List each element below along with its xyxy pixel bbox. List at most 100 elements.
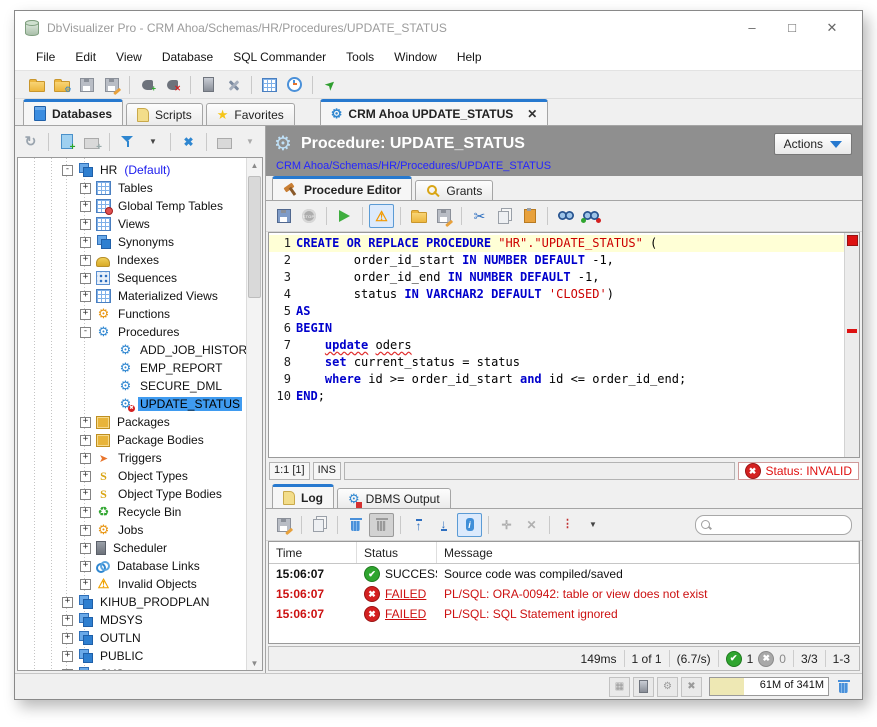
row-height-icon[interactable]: ⋮ (556, 514, 579, 536)
tree-item-object-type-bodies[interactable]: +SObject Type Bodies (18, 485, 246, 503)
scroll-top-icon[interactable]: ↑ (407, 514, 430, 536)
tree-expander[interactable]: + (80, 417, 91, 428)
tree-expander[interactable]: + (80, 237, 91, 248)
tree-item-indexes[interactable]: +Indexes (18, 251, 246, 269)
tree-item-functions[interactable]: +⚙Functions (18, 305, 246, 323)
find-replace-icon[interactable] (579, 205, 602, 227)
menu-window[interactable]: Window (385, 47, 446, 67)
menu-tools[interactable]: Tools (337, 47, 383, 67)
log-search[interactable] (695, 515, 852, 535)
info-icon[interactable]: i (457, 513, 482, 537)
save-as-file-icon[interactable] (432, 205, 455, 227)
collapse-all-icon[interactable]: ✖ (177, 131, 200, 153)
tree-item-sequences[interactable]: +Sequences (18, 269, 246, 287)
code-line-10[interactable]: 10END; (269, 388, 844, 405)
code-line-6[interactable]: 6BEGIN (269, 320, 844, 337)
menu-database[interactable]: Database (153, 47, 222, 67)
locate-icon[interactable] (213, 131, 236, 153)
warning-icon[interactable]: ⚠ (369, 204, 394, 228)
tree-item-tables[interactable]: +Tables (18, 179, 246, 197)
menu-help[interactable]: Help (448, 47, 491, 67)
tree-expander[interactable]: + (80, 291, 91, 302)
code-line-4[interactable]: 4 status IN VARCHAR2 DEFAULT 'CLOSED') (269, 286, 844, 303)
gear-status-icon[interactable]: ⚙ (657, 677, 678, 697)
tree-expander[interactable]: + (80, 453, 91, 464)
minimize-button[interactable]: – (732, 15, 772, 41)
tree-item-outln[interactable]: +OUTLN (18, 629, 246, 647)
save-as-icon[interactable] (100, 74, 123, 96)
stop-icon[interactable]: STOP (297, 205, 320, 227)
code-lines[interactable]: 1CREATE OR REPLACE PROCEDURE "HR"."UPDAT… (269, 233, 844, 457)
code-line-7[interactable]: 7 update oders (269, 337, 844, 354)
paste-icon[interactable] (518, 205, 541, 227)
tree-expander[interactable]: + (80, 435, 91, 446)
tool-properties-icon[interactable] (222, 74, 245, 96)
code-line-2[interactable]: 2 order_id_start IN NUMBER DEFAULT -1, (269, 252, 844, 269)
menu-view[interactable]: View (107, 47, 151, 67)
code-line-1[interactable]: 1CREATE OR REPLACE PROCEDURE "HR"."UPDAT… (269, 235, 844, 252)
tree-item-invalid-objects[interactable]: +⚠Invalid Objects (18, 575, 246, 593)
tab-grants[interactable]: Grants (415, 180, 493, 200)
tree-expander[interactable]: + (80, 579, 91, 590)
actions-button[interactable]: Actions (774, 133, 852, 155)
filter-icon[interactable] (116, 131, 139, 153)
scroll-up-icon[interactable]: ▲ (247, 158, 262, 172)
tree-expander[interactable]: + (80, 255, 91, 266)
tree-item-secure-dml[interactable]: ⚙SECURE_DML (18, 377, 246, 395)
tab-scripts[interactable]: Scripts (126, 103, 203, 125)
tree-item-public[interactable]: +PUBLIC (18, 647, 246, 665)
tree-item-emp-report[interactable]: ⚙EMP_REPORT (18, 359, 246, 377)
column-header-message[interactable]: Message (437, 542, 859, 563)
disconnect-icon[interactable]: ✕ (161, 74, 184, 96)
memory-gauge[interactable]: 61M of 341M (709, 677, 829, 696)
code-line-5[interactable]: 5AS (269, 303, 844, 320)
menu-sql-commander[interactable]: SQL Commander (224, 47, 335, 67)
folder-settings-icon[interactable]: ⚙ (50, 74, 73, 96)
tree-expander[interactable]: - (80, 327, 91, 338)
menu-edit[interactable]: Edit (66, 47, 105, 67)
execute-icon[interactable] (333, 205, 356, 227)
save-procedure-icon[interactable] (272, 205, 295, 227)
copy-icon[interactable] (493, 205, 516, 227)
tree-scrollbar[interactable]: ▲ ▼ (246, 158, 262, 670)
scrollbar-thumb[interactable] (248, 176, 261, 298)
add-connection-icon[interactable] (55, 131, 78, 153)
refresh-icon[interactable]: ↻ (19, 131, 42, 153)
tree-item-recycle-bin[interactable]: +♻Recycle Bin (18, 503, 246, 521)
tree-item-triggers[interactable]: +➤Triggers (18, 449, 246, 467)
find-icon[interactable] (554, 205, 577, 227)
log-row[interactable]: 15:06:07✖FAILEDPL/SQL: SQL Statement ign… (269, 604, 859, 624)
tree-expander[interactable]: + (62, 651, 73, 662)
copy-log-icon[interactable] (308, 514, 331, 536)
tree-item-mdsys[interactable]: +MDSYS (18, 611, 246, 629)
column-header-time[interactable]: Time (269, 542, 357, 563)
open-folder-icon[interactable] (25, 74, 48, 96)
tab-close-icon[interactable]: ✕ (527, 107, 537, 121)
tree-expander[interactable]: + (62, 597, 73, 608)
tree-expander[interactable]: + (62, 615, 73, 626)
tree-expander[interactable]: + (62, 633, 73, 644)
breadcrumb[interactable]: CRM Ahoa/Schemas/HR/Procedures/UPDATE_ST… (276, 160, 854, 172)
cut-icon[interactable]: ✂ (468, 205, 491, 227)
locate-dropdown-icon[interactable]: ▼ (238, 131, 261, 153)
delete-all-icon[interactable] (369, 513, 394, 537)
open-file-icon[interactable] (407, 205, 430, 227)
tree-item-jobs[interactable]: +⚙Jobs (18, 521, 246, 539)
save-icon[interactable] (75, 74, 98, 96)
tree-item-synonyms[interactable]: +Synonyms (18, 233, 246, 251)
driver-manager-icon[interactable] (197, 74, 220, 96)
tree-expander[interactable]: + (80, 525, 91, 536)
filter-dropdown-icon[interactable]: ▼ (141, 131, 164, 153)
log-row[interactable]: 15:06:07✖FAILEDPL/SQL: ORA-00942: table … (269, 584, 859, 604)
tree-item-database-links[interactable]: +Database Links (18, 557, 246, 575)
grid-icon[interactable] (258, 74, 281, 96)
log-search-input[interactable] (714, 518, 851, 532)
code-line-9[interactable]: 9 where id >= order_id_start and id <= o… (269, 371, 844, 388)
tree-expander[interactable]: - (62, 165, 73, 176)
tree-item-package-bodies[interactable]: +Package Bodies (18, 431, 246, 449)
tree-expander[interactable]: + (80, 543, 91, 554)
tree-item-hr[interactable]: -HR(Default) (18, 161, 246, 179)
tree-item-materialized-views[interactable]: +Materialized Views (18, 287, 246, 305)
close-button[interactable]: ✕ (812, 15, 852, 41)
scroll-down-icon[interactable]: ▼ (247, 656, 262, 670)
